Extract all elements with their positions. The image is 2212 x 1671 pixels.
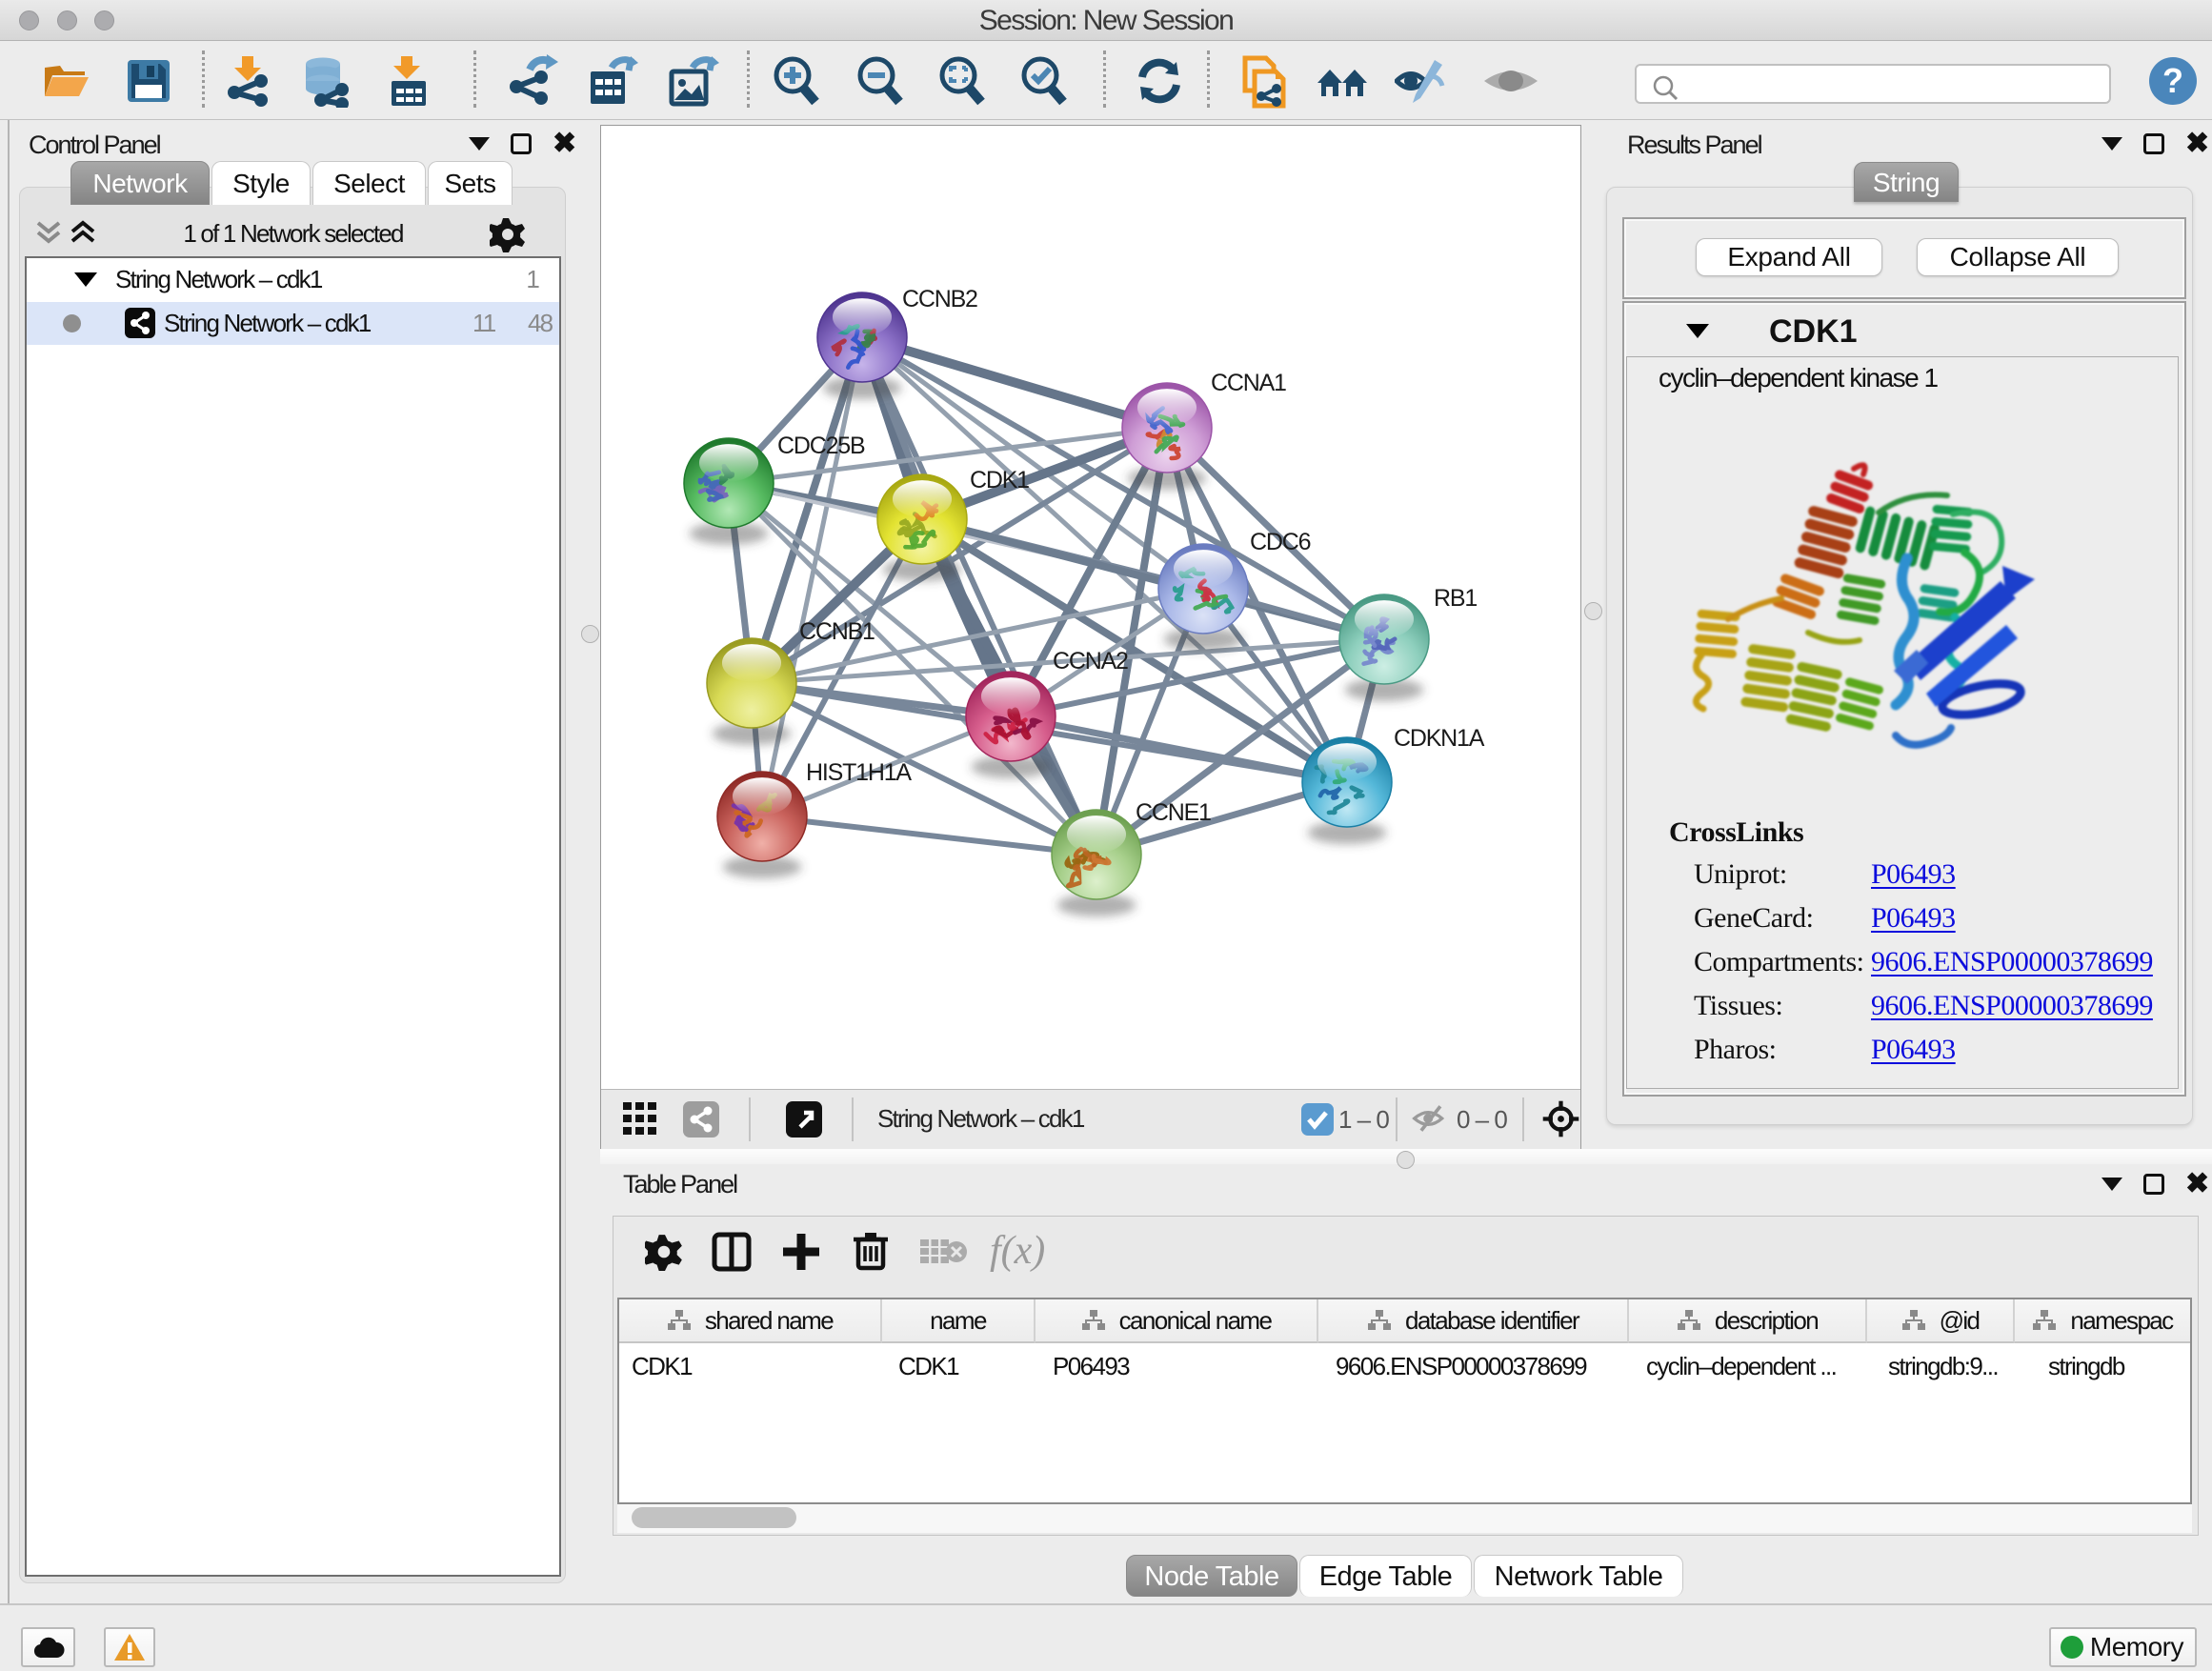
- svg-text:CCNB1: CCNB1: [799, 618, 875, 645]
- svg-text:RB1: RB1: [1434, 585, 1477, 612]
- svg-text:HIST1H1A: HIST1H1A: [806, 759, 912, 786]
- svg-text:CCNA1: CCNA1: [1211, 370, 1286, 396]
- svg-text:CDKN1A: CDKN1A: [1394, 725, 1485, 752]
- svg-text:CDK1: CDK1: [970, 467, 1029, 493]
- svg-text:CCNE1: CCNE1: [1136, 799, 1211, 826]
- svg-text:CDC25B: CDC25B: [777, 433, 865, 459]
- svg-text:CCNB2: CCNB2: [902, 286, 977, 312]
- svg-text:CCNA2: CCNA2: [1053, 648, 1128, 674]
- svg-text:CDC6: CDC6: [1250, 529, 1311, 555]
- svg-text:?: ?: [2162, 61, 2183, 100]
